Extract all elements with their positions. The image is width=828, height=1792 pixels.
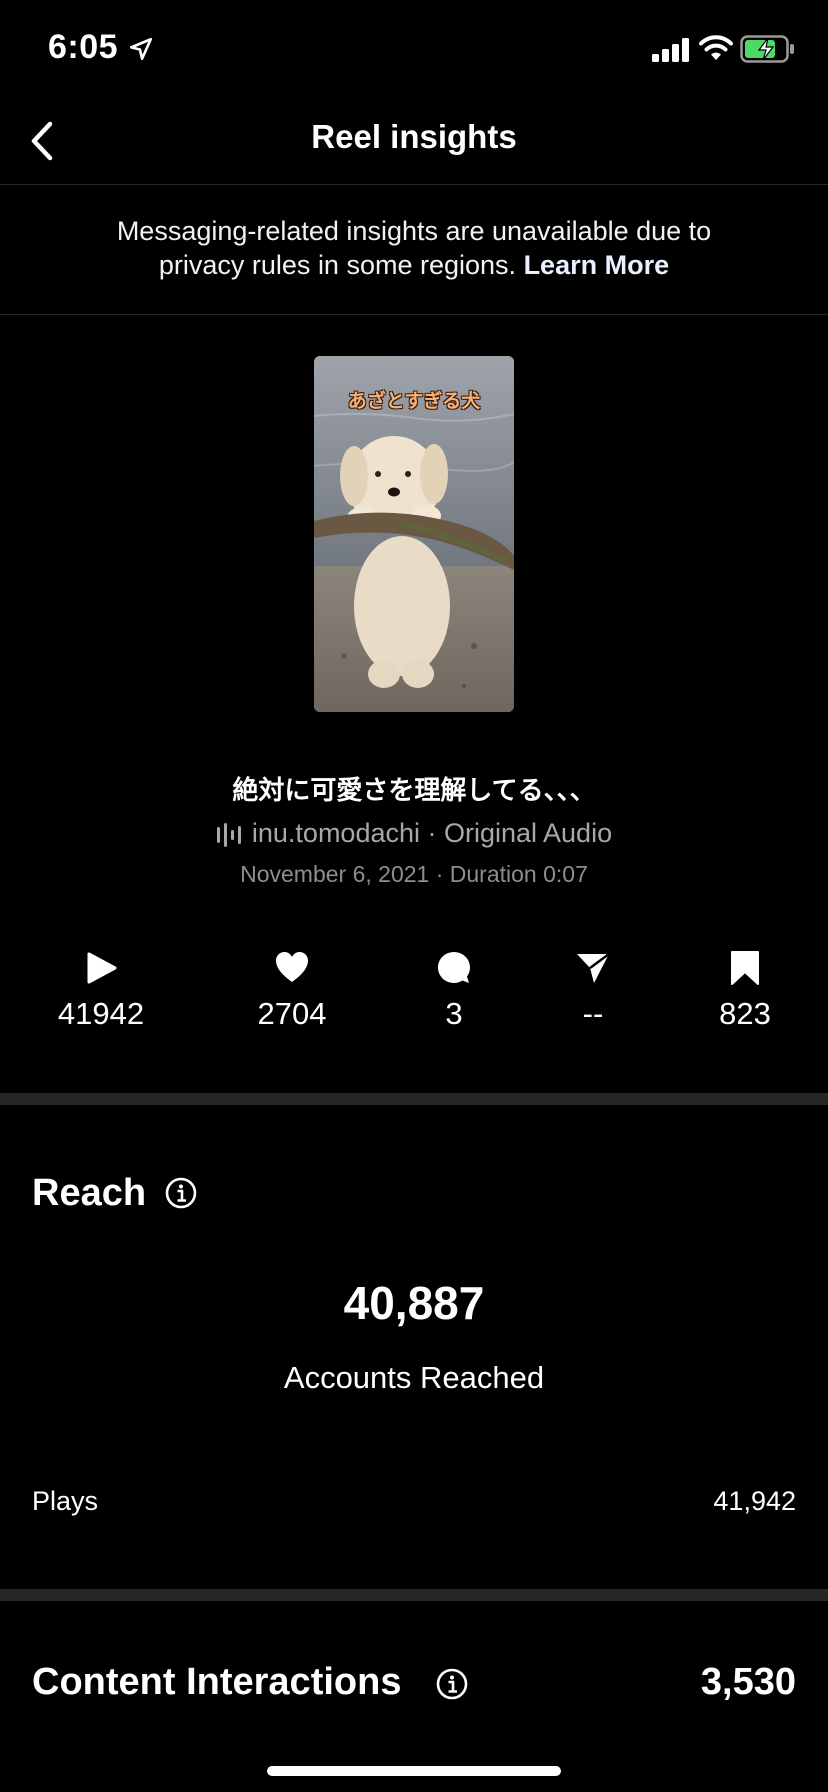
home-indicator[interactable] [267, 1766, 561, 1776]
shares-count: -- [582, 996, 604, 1031]
accounts-reached-label: Accounts Reached [283, 1360, 545, 1395]
content-interactions-value: 3,530 [700, 1661, 796, 1703]
content-interactions-info-icon[interactable] [436, 1668, 468, 1700]
battery-charging-icon [740, 35, 794, 63]
stat-saves: 823 [665, 950, 825, 1032]
accounts-reached-value: 40,887 [343, 1277, 485, 1329]
header-divider [0, 184, 828, 185]
thumbnail-overlay-text: あざとすぎる犬 [347, 391, 481, 412]
section-divider-2 [0, 1589, 828, 1601]
notice-line-2: privacy rules in some regions. Learn Mor… [60, 248, 768, 282]
content-interactions-title: Content Interactions [32, 1661, 402, 1703]
section-divider [0, 1093, 828, 1105]
reach-info-icon[interactable] [165, 1177, 197, 1209]
comment-icon [438, 952, 470, 983]
share-paper-plane-icon [577, 952, 610, 983]
play-icon [87, 952, 117, 984]
wifi-icon [699, 35, 733, 60]
heart-icon [276, 952, 308, 982]
learn-more-link[interactable]: Learn More [524, 250, 670, 280]
stat-comments: 3 [374, 950, 534, 1032]
notice-line-1: Messaging-related insights are unavailab… [116, 216, 712, 246]
audio-info[interactable]: inu.tomodachi · Original Audio [0, 818, 828, 849]
notice-line-2-text: privacy rules in some regions. [158, 250, 517, 280]
reach-title: Reach [32, 1172, 147, 1214]
status-time: 6:05 [48, 28, 119, 66]
audio-label: inu.tomodachi · Original Audio [251, 818, 613, 848]
plays-count: 41942 [57, 996, 145, 1031]
plays-value: 41,942 [713, 1486, 796, 1516]
stat-shares: -- [513, 950, 673, 1032]
comments-count: 3 [445, 996, 463, 1031]
location-arrow-icon [129, 37, 153, 61]
likes-count: 2704 [257, 996, 327, 1031]
privacy-notice: Messaging-related insights are unavailab… [60, 214, 768, 282]
audio-waveform-icon [216, 822, 241, 847]
saves-count: 823 [719, 996, 771, 1031]
stat-likes: 2704 [212, 950, 372, 1032]
plays-label: Plays [32, 1486, 99, 1516]
cellular-signal-icon [652, 38, 689, 62]
bookmark-icon [731, 951, 759, 985]
reel-caption: 絶対に可愛さを理解してる、、、 [232, 775, 596, 805]
page-title: Reel insights [311, 118, 517, 155]
date-duration: November 6, 2021 · Duration 0:07 [240, 861, 588, 887]
stat-plays: 41942 [21, 950, 181, 1032]
notice-divider [0, 314, 828, 315]
